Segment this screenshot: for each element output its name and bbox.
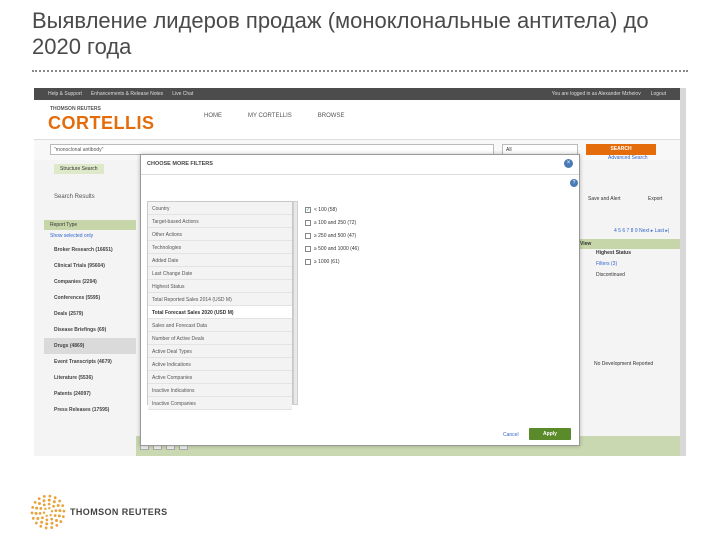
filter-item[interactable]: Inactive Companies	[148, 397, 292, 410]
view-label[interactable]: View	[580, 241, 591, 247]
filter-option-label: ≥ 500 and 1000 (46)	[314, 245, 359, 252]
filter-item[interactable]: Active Deal Types	[148, 345, 292, 358]
filter-option[interactable]: ≥ 100 and 250 (72)	[305, 216, 359, 229]
report-type-item[interactable]: Companies (2294)	[44, 274, 136, 290]
status-no-development: No Development Reported	[594, 361, 654, 367]
filter-option-label: ≥ 100 and 250 (72)	[314, 219, 357, 226]
report-type-item[interactable]: Press Releases (17595)	[44, 402, 136, 418]
title-divider	[32, 70, 688, 72]
dialog-header: CHOOSE MORE FILTERS ×	[141, 155, 579, 175]
report-type-item[interactable]: Clinical Trials (95604)	[44, 258, 136, 274]
advanced-search-link[interactable]: Advanced Search	[608, 155, 647, 161]
report-type-item[interactable]: Disease Briefings (69)	[44, 322, 136, 338]
filter-option-label: ≥ 1000 (61)	[314, 258, 340, 265]
cortellis-logo[interactable]: CORTELLIS	[48, 113, 155, 134]
view-bar: View	[576, 239, 680, 249]
thomson-reuters-logo-icon	[30, 494, 66, 530]
filter-item[interactable]: Target-based Actions	[148, 215, 292, 228]
filter-item[interactable]: Active Companies	[148, 371, 292, 384]
filter-option-label: ≥ 250 and 500 (47)	[314, 232, 357, 239]
checkbox[interactable]	[305, 219, 311, 226]
filter-item[interactable]: Last Change Date	[148, 267, 292, 280]
logout-link[interactable]: Logout	[651, 91, 666, 97]
logged-in-text: You are logged in as Alexander Mzheiov	[551, 91, 641, 97]
filter-item[interactable]: Other Actions	[148, 228, 292, 241]
report-type-item[interactable]: Drugs (4869)	[44, 338, 136, 354]
help-support-link[interactable]: Help & Support	[48, 91, 82, 97]
slide-title: Выявление лидеров продаж (моноклональные…	[32, 8, 649, 59]
report-type-item[interactable]: Conferences (5595)	[44, 290, 136, 306]
release-notes-link[interactable]: Enhancements & Release Notes	[91, 91, 163, 97]
nav-browse[interactable]: BROWSE	[318, 113, 345, 119]
filter-item[interactable]: Highest Status	[148, 280, 292, 293]
export-button[interactable]: Export	[648, 196, 662, 202]
report-type-item[interactable]: Patents (24097)	[44, 386, 136, 402]
apply-button[interactable]: Apply	[529, 428, 571, 440]
filter-item[interactable]: Country	[148, 202, 292, 215]
report-type-item[interactable]: Event Transcripts (4679)	[44, 354, 136, 370]
filter-option[interactable]: ≥ 250 and 500 (47)	[305, 229, 359, 242]
checkbox[interactable]: ✓	[305, 206, 311, 213]
brand-company: THOMSON REUTERS	[50, 106, 101, 112]
report-type-list: Broker Research (16651) Clinical Trials (…	[44, 242, 136, 418]
filter-option-label: < 100 (58)	[314, 206, 337, 213]
main-nav: HOME MY CORTELLIS BROWSE	[204, 113, 344, 119]
pagination[interactable]: 4 5 6 7 8 9 Next ▸ Last ▸|	[614, 228, 669, 234]
nav-my-cortellis[interactable]: MY CORTELLIS	[248, 113, 292, 119]
filter-option[interactable]: ≥ 1000 (61)	[305, 255, 359, 268]
filter-item[interactable]: Sales and Forecast Data	[148, 319, 292, 332]
save-alert-button[interactable]: Save and Alert	[588, 196, 621, 202]
app-screenshot: Help & Support Enhancements & Release No…	[34, 88, 686, 456]
dialog-footer: Cancel Apply	[141, 423, 581, 445]
report-type-item[interactable]: Literature (5536)	[44, 370, 136, 386]
filter-option[interactable]: ✓ < 100 (58)	[305, 203, 359, 216]
results-sidebar: Search Results Report Type Show selected…	[44, 184, 136, 454]
filters-dialog: CHOOSE MORE FILTERS × ? Country Target-ba…	[140, 154, 580, 446]
filter-item[interactable]: Added Date	[148, 254, 292, 267]
close-icon[interactable]: ×	[564, 159, 573, 168]
structure-search-tab[interactable]: Structure Search	[54, 164, 104, 174]
nav-home[interactable]: HOME	[204, 113, 222, 119]
search-results-heading: Search Results	[54, 194, 95, 200]
report-type-heading: Report Type	[44, 220, 136, 230]
filter-list-scrollbar[interactable]	[293, 201, 298, 405]
checkbox[interactable]	[305, 245, 311, 252]
filter-option[interactable]: ≥ 500 and 1000 (46)	[305, 242, 359, 255]
filter-item[interactable]: Number of Active Deals	[148, 332, 292, 345]
show-selected-link[interactable]: Show selected only	[44, 230, 136, 242]
help-icon[interactable]: ?	[570, 179, 578, 187]
filter-list: Country Target-based Actions Other Actions…	[147, 201, 293, 410]
status-discontinued: Discontinued	[596, 272, 625, 278]
live-chat-link[interactable]: Live Chat	[172, 91, 193, 97]
highest-status-header: Highest Status	[596, 250, 632, 256]
filters-link[interactable]: Filters (3)	[596, 261, 617, 267]
filter-item[interactable]: Active Indications	[148, 358, 292, 371]
brand-header: THOMSON REUTERS CORTELLIS HOME MY CORTEL…	[34, 100, 680, 140]
filter-item[interactable]: Total Forecast Sales 2020 (USD M)	[148, 306, 292, 319]
dialog-title: CHOOSE MORE FILTERS	[147, 161, 213, 167]
report-type-item[interactable]: Deals (2579)	[44, 306, 136, 322]
search-button[interactable]: SEARCH	[586, 144, 656, 155]
cancel-button[interactable]: Cancel	[503, 432, 519, 438]
filter-item[interactable]: Total Reported Sales 2014 (USD M)	[148, 293, 292, 306]
report-type-item[interactable]: Broker Research (16651)	[44, 242, 136, 258]
top-utility-bar: Help & Support Enhancements & Release No…	[34, 88, 680, 100]
filter-item[interactable]: Technologies	[148, 241, 292, 254]
footer-company-name: THOMSON REUTERS	[70, 507, 168, 517]
filter-item[interactable]: Inactive Indications	[148, 384, 292, 397]
checkbox[interactable]	[305, 258, 311, 265]
checkbox[interactable]	[305, 232, 311, 239]
results-toolbar: Save and Alert Export 4 5 6 7 8 9 Next ▸…	[574, 184, 680, 454]
filter-options: ✓ < 100 (58) ≥ 100 and 250 (72) ≥ 250 and 5…	[305, 203, 359, 268]
